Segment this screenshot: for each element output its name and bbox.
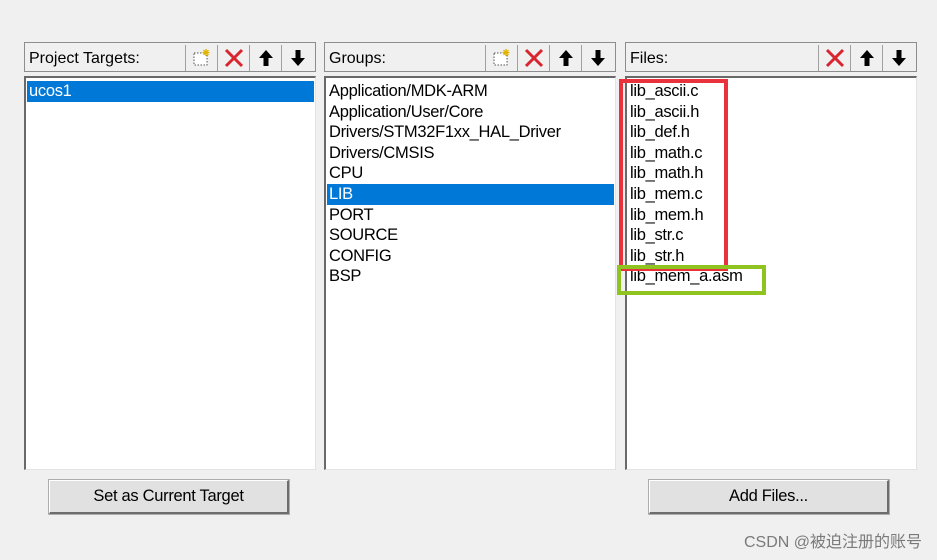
move-target-down-button[interactable] (281, 45, 313, 71)
groups-panel: Groups: Application/MDK-ARM Application/… (324, 42, 616, 470)
groups-title: Groups: (329, 50, 386, 67)
manage-project-items-dialog: Project Targets: ucos1 Groups: Applicati… (0, 0, 937, 560)
files-panel: Files: lib_ascii.c lib_ascii.h lib_def.h… (625, 42, 917, 470)
new-icon (493, 49, 509, 66)
move-up-icon (558, 50, 573, 66)
move-down-icon (891, 50, 906, 66)
groups-header: Groups: (324, 42, 616, 72)
group-item[interactable]: Application/User/Core (327, 102, 614, 123)
move-file-up-button[interactable] (850, 45, 882, 71)
project-targets-list[interactable]: ucos1 (24, 76, 316, 470)
file-item[interactable]: lib_ascii.c (628, 81, 915, 102)
delete-icon (825, 48, 844, 68)
move-up-icon (258, 50, 273, 66)
set-current-target-button[interactable]: Set as Current Target (48, 479, 290, 515)
group-item[interactable]: Application/MDK-ARM (327, 81, 614, 102)
delete-icon (224, 48, 243, 68)
group-item[interactable]: SOURCE (327, 225, 614, 246)
project-targets-toolbar (185, 45, 313, 71)
file-item[interactable]: lib_mem.h (628, 205, 915, 226)
group-item[interactable]: Drivers/CMSIS (327, 143, 614, 164)
delete-group-button[interactable] (517, 45, 549, 71)
groups-toolbar (485, 45, 613, 71)
group-item[interactable]: PORT (327, 205, 614, 226)
file-item[interactable]: lib_mem_a.asm (628, 266, 915, 287)
move-up-icon (859, 50, 874, 66)
move-down-icon (590, 50, 605, 66)
target-item[interactable]: ucos1 (27, 81, 314, 102)
files-header: Files: (625, 42, 917, 72)
files-toolbar (818, 45, 914, 71)
add-files-button[interactable]: Add Files... (648, 479, 890, 515)
project-targets-panel: Project Targets: ucos1 (24, 42, 316, 470)
file-item[interactable]: lib_str.h (628, 246, 915, 267)
project-targets-title: Project Targets: (29, 50, 140, 67)
move-group-down-button[interactable] (581, 45, 613, 71)
group-item[interactable]: CONFIG (327, 246, 614, 267)
file-item[interactable]: lib_str.c (628, 225, 915, 246)
group-item[interactable]: Drivers/STM32F1xx_HAL_Driver (327, 122, 614, 143)
move-file-down-button[interactable] (882, 45, 914, 71)
file-item[interactable]: lib_mem.c (628, 184, 915, 205)
new-group-button[interactable] (485, 45, 517, 71)
move-target-up-button[interactable] (249, 45, 281, 71)
file-item[interactable]: lib_math.c (628, 143, 915, 164)
new-target-button[interactable] (185, 45, 217, 71)
files-title: Files: (630, 50, 669, 67)
delete-file-button[interactable] (818, 45, 850, 71)
project-targets-header: Project Targets: (24, 42, 316, 72)
delete-target-button[interactable] (217, 45, 249, 71)
group-item[interactable]: CPU (327, 163, 614, 184)
file-item[interactable]: lib_def.h (628, 122, 915, 143)
groups-list[interactable]: Application/MDK-ARM Application/User/Cor… (324, 76, 616, 470)
new-icon (193, 49, 209, 66)
move-down-icon (290, 50, 305, 66)
group-item[interactable]: BSP (327, 266, 614, 287)
file-item[interactable]: lib_ascii.h (628, 102, 915, 123)
move-group-up-button[interactable] (549, 45, 581, 71)
group-item[interactable]: LIB (327, 183, 614, 205)
watermark: CSDN @被迫注册的账号 (743, 534, 922, 551)
files-list[interactable]: lib_ascii.c lib_ascii.h lib_def.h lib_ma… (625, 76, 917, 470)
file-item[interactable]: lib_math.h (628, 163, 915, 184)
delete-icon (524, 48, 543, 68)
